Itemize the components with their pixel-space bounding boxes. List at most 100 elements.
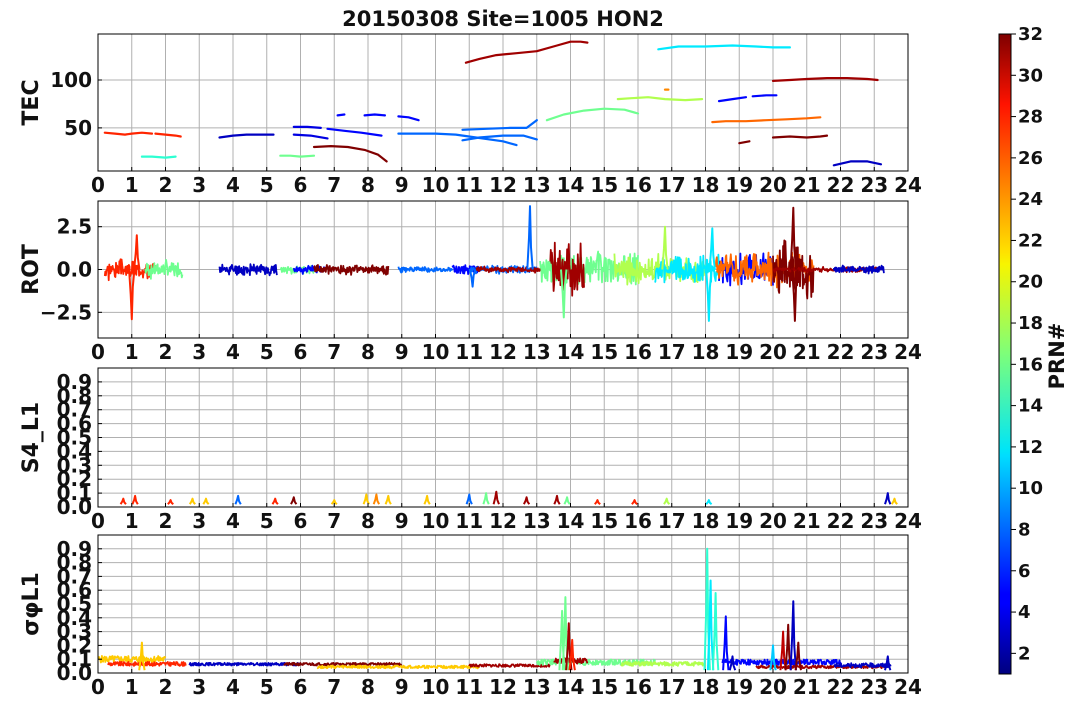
x-tick-label: 10 [422, 509, 450, 533]
series-line-prn-22 [316, 664, 481, 670]
colorbar-tick-label: 30 [1018, 65, 1043, 86]
x-tick-label: 7 [327, 173, 341, 197]
x-tick-label: 11 [455, 340, 483, 364]
x-tick-label: 15 [590, 173, 618, 197]
colorbar-tick-label: 28 [1018, 107, 1043, 128]
panel-rot: 0 1 2 3 4 5 6 7 8 9 10 11 12 13 14 15 16 17 18 19 20 21 22 23 24… [19, 200, 922, 364]
x-tick-label: 8 [361, 173, 375, 197]
x-tick-label: 23 [860, 675, 888, 699]
x-tick-label: 13 [523, 509, 551, 533]
colorbar-tick-label: 2 [1018, 643, 1031, 664]
x-tick-label: 11 [455, 509, 483, 533]
x-tick-label: 15 [590, 509, 618, 533]
x-tick-label: 2 [159, 509, 173, 533]
x-tick-label: 4 [226, 173, 240, 197]
y-tick-label: 0.9 [57, 370, 92, 394]
x-tick-label: 2 [159, 675, 173, 699]
colorbar-tick-label: 32 [1018, 24, 1043, 45]
series-line-prn-32 [738, 140, 751, 145]
x-tick-label: 8 [361, 340, 375, 364]
colorbar-label: PRN# [1045, 323, 1069, 390]
x-tick-label: 15 [590, 675, 618, 699]
x-tick-label: 0 [91, 675, 105, 699]
colorbar-tick-label: 8 [1018, 519, 1031, 540]
x-tick-label: 12 [489, 340, 517, 364]
x-tick-label: 4 [226, 509, 240, 533]
x-tick-label: 1 [125, 675, 139, 699]
x-tick-label: 9 [395, 509, 409, 533]
series-line-prn-27 [103, 131, 154, 136]
x-tick-label: 4 [226, 340, 240, 364]
series-line-prn-16 [279, 154, 316, 158]
y-tick-label: 100 [50, 68, 92, 92]
x-tick-label: 16 [624, 509, 652, 533]
series-line-prn-4 [292, 125, 322, 130]
x-tick-label: 17 [658, 173, 686, 197]
x-tick-label: 7 [327, 675, 341, 699]
series-line-prn-27 [107, 661, 187, 667]
x-tick-label: 21 [793, 509, 821, 533]
colorbar-tick-label: 6 [1018, 561, 1031, 582]
x-tick-label: 22 [827, 509, 855, 533]
y-tick-label: 0.9 [57, 537, 92, 561]
y-tick-label: 0.0 [57, 258, 92, 282]
spike-prn-8 [526, 205, 534, 270]
x-tick-label: 21 [793, 675, 821, 699]
series-line-prn-3 [832, 264, 885, 275]
series-sigma [98, 547, 892, 671]
x-tick-label: 23 [860, 509, 888, 533]
y-axis-label-sigma: σφL1 [19, 572, 44, 636]
y-axis-label-s4: S4_L1 [19, 402, 44, 473]
spike-prn-16 [563, 496, 571, 505]
x-tick-label: 24 [894, 675, 922, 699]
series-line-prn-5 [363, 113, 386, 117]
chart-title: 20150308 Site=1005 HON2 [342, 7, 664, 31]
spike-prn-22 [890, 497, 898, 505]
colorbar-tick-label: 18 [1018, 313, 1043, 334]
colorbar: 2468101214161820222426283032 PRN# [998, 24, 1069, 675]
x-tick-label: 18 [692, 509, 720, 533]
y-tick-label: −2.5 [40, 300, 92, 324]
colorbar-tick-label: 20 [1018, 272, 1043, 293]
x-tick-label: 5 [260, 173, 274, 197]
x-tick-label: 0 [91, 173, 105, 197]
x-tick-label: 3 [192, 675, 206, 699]
series-line-prn-16 [144, 258, 184, 280]
x-tick-label: 14 [557, 675, 585, 699]
x-tick-label: 10 [422, 173, 450, 197]
spike-prn-32 [290, 496, 298, 505]
x-tick-label: 14 [557, 340, 585, 364]
x-tick-label: 13 [523, 340, 551, 364]
colorbar-tick-label: 4 [1018, 602, 1031, 623]
x-tick-label: 22 [827, 340, 855, 364]
x-tick-label: 12 [489, 173, 517, 197]
colorbar-tick-label: 22 [1018, 230, 1043, 251]
spike-prn-27 [594, 499, 601, 505]
x-tick-label: 6 [294, 173, 308, 197]
series-line-prn-18 [620, 660, 707, 667]
x-tick-label: 5 [260, 340, 274, 364]
series-line-prn-5 [717, 96, 748, 103]
y-axis-label-rot: ROT [19, 244, 44, 295]
spike-prn-27 [271, 497, 279, 505]
x-tick-label: 23 [860, 173, 888, 197]
series-line-prn-31 [464, 40, 589, 64]
spike-prn-27 [119, 497, 127, 505]
y-tick-label: 2.5 [57, 215, 92, 239]
x-tick-label: 18 [692, 173, 720, 197]
x-tick-label: 8 [361, 675, 375, 699]
panel-s4: 0 1 2 3 4 5 6 7 8 9 10 11 12 13 14 15 16 17 18 19 20 21 22 23 24… [19, 367, 922, 533]
x-tick-label: 18 [692, 340, 720, 364]
grid-s4 [98, 368, 908, 507]
series-line-prn-8 [397, 266, 454, 274]
colorbar-tick-label: 14 [1018, 396, 1043, 417]
series-line-prn-18 [616, 96, 704, 102]
x-tick-label: 17 [658, 340, 686, 364]
series-line-prn-5 [751, 94, 778, 98]
x-tick-label: 0 [91, 340, 105, 364]
x-tick-label: 24 [894, 173, 922, 197]
x-tick-label: 17 [658, 675, 686, 699]
colorbar-ticks: 2468101214161820222426283032 [1011, 24, 1043, 664]
series-line-prn-25 [711, 116, 822, 124]
x-tick-label: 13 [523, 173, 551, 197]
